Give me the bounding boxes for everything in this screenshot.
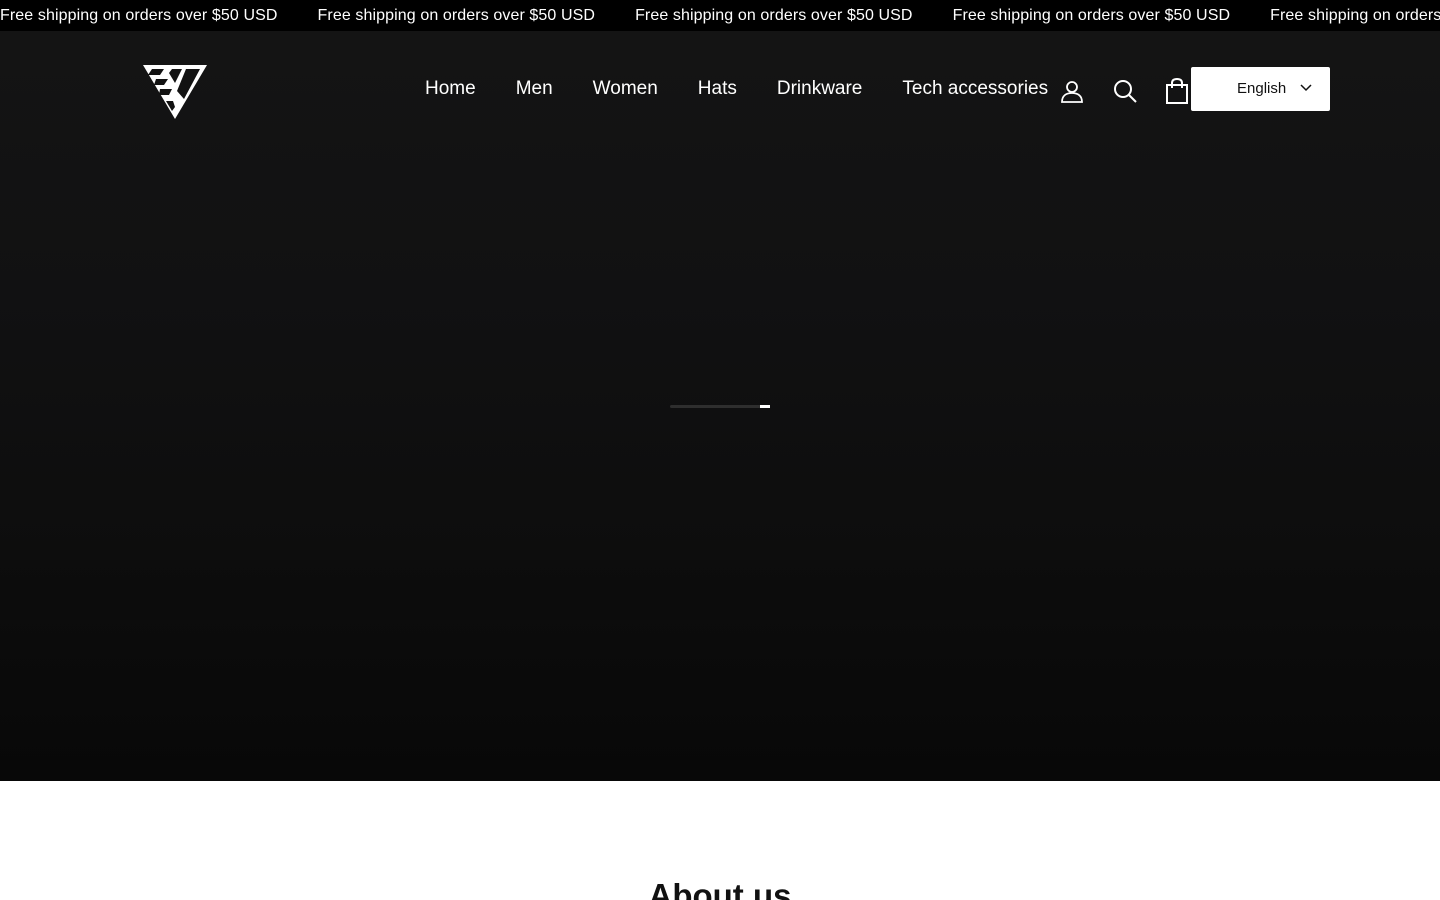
language-select[interactable]: English (1191, 67, 1330, 111)
announcement-bar: Free shipping on orders over $50 USD Fre… (0, 0, 1440, 31)
announcement-text: Free shipping on orders over $50 USD (952, 7, 1231, 24)
search-icon (1114, 80, 1137, 103)
nav-drinkware[interactable]: Drinkware (757, 75, 883, 103)
slideshow-progress-fill (760, 405, 770, 408)
announcement-text: Free shipping on orders over $50 USD (0, 7, 278, 24)
brand-logo[interactable] (142, 63, 208, 121)
cart-icon (1166, 78, 1188, 104)
about-heading: About us (648, 877, 792, 900)
nav-women[interactable]: Women (573, 75, 678, 103)
chevron-down-icon (1300, 84, 1312, 92)
nav-home[interactable]: Home (405, 75, 496, 103)
announcement-text: Free shipping on orders over $50 USD (317, 7, 596, 24)
slideshow-progress-bar (670, 405, 770, 408)
site-header: Home Men Women Hats Drinkware Tech acces… (0, 31, 1440, 149)
account-button[interactable] (1058, 77, 1086, 105)
search-button[interactable] (1111, 77, 1139, 105)
announcement-text: Free shipping on orders over $50 USD (1270, 7, 1440, 24)
cart-button[interactable] (1163, 77, 1191, 105)
nav-hats[interactable]: Hats (678, 75, 757, 103)
nav-tech-accessories[interactable]: Tech accessories (882, 75, 1068, 103)
announcement-text: Free shipping on orders over $50 USD (635, 7, 913, 24)
main-nav: Home Men Women Hats Drinkware Tech acces… (405, 75, 1068, 103)
language-selected-label: English (1237, 80, 1287, 97)
account-icon (1061, 81, 1083, 103)
brand-logo-mark-icon (143, 65, 207, 119)
nav-men[interactable]: Men (496, 75, 573, 103)
announcement-track: Free shipping on orders over $50 USD Fre… (0, 0, 1440, 31)
